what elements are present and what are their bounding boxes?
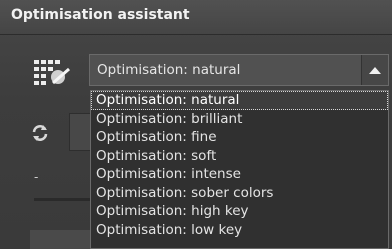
option-soft[interactable]: Optimisation: soft [91,147,388,166]
select-toggle-button[interactable] [361,55,388,85]
panel-header: Optimisation assistant [0,0,392,35]
slider-track[interactable] [34,198,94,201]
preset-grid-icon [32,56,72,90]
refresh-icon[interactable] [29,122,51,144]
option-natural[interactable]: Optimisation: natural [91,91,388,110]
optimisation-dropdown-list: Optimisation: natural Optimisation: bril… [90,90,389,249]
optimisation-panel: Optimisation assistant Optimisation: nat… [0,0,392,249]
triangle-up-icon [369,67,381,74]
option-high-key[interactable]: Optimisation: high key [91,202,388,221]
optimisation-select-value: Optimisation: natural [97,62,241,78]
optimisation-select[interactable]: Optimisation: natural [89,54,389,86]
slider-min-label: - [34,170,39,184]
option-sober-colors[interactable]: Optimisation: sober colors [91,184,388,203]
option-low-key[interactable]: Optimisation: low key [91,221,388,240]
option-intense[interactable]: Optimisation: intense [91,165,388,184]
bottom-control[interactable] [30,230,90,249]
option-brilliant[interactable]: Optimisation: brilliant [91,110,388,129]
panel-title: Optimisation assistant [11,7,190,23]
option-fine[interactable]: Optimisation: fine [91,128,388,147]
